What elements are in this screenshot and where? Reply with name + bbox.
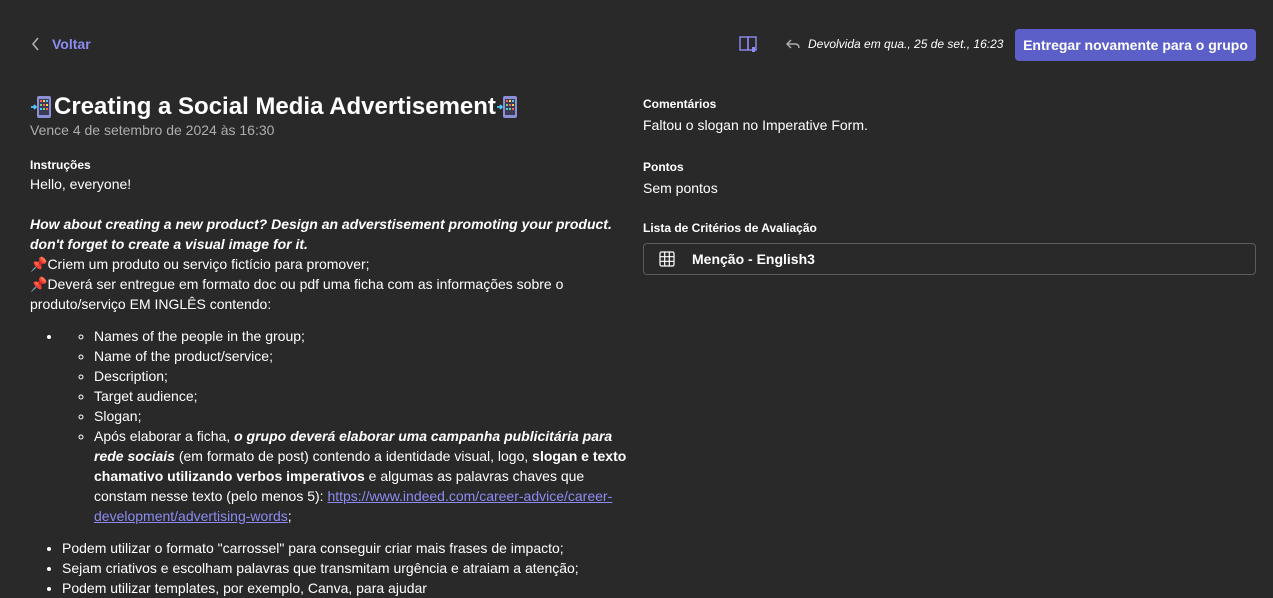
returned-status: Devolvida em qua., 25 de set., 16:23 [786, 37, 1003, 51]
points-label: Pontos [643, 160, 684, 174]
returned-text: Devolvida em qua., 25 de set., 16:23 [808, 37, 1004, 51]
nested-list: Names of the people in the group; Name o… [62, 326, 630, 526]
greeting: Hello, everyone! [30, 176, 132, 192]
due-date: Vence 4 de setembro de 2024 às 16:30 [30, 122, 275, 138]
pin-item: 📌Deverá ser entregue em formato doc ou p… [30, 276, 564, 312]
back-button[interactable]: Voltar [30, 36, 91, 52]
mobile-phone-emoji-icon [496, 96, 517, 118]
rubric-name: Menção - English3 [692, 251, 815, 267]
prompt-line: don't forget to create a visual image fo… [30, 236, 308, 252]
list-item: Sejam criativos e escolham palavras que … [62, 558, 630, 578]
list-item: Name of the product/service; [94, 346, 630, 366]
list-item: Description; [94, 366, 630, 386]
requirements-list: Names of the people in the group; Name o… [30, 326, 630, 526]
immersive-reader-icon[interactable] [739, 36, 759, 54]
grid-table-icon [659, 251, 675, 267]
undo-arrow-icon [786, 39, 800, 49]
list-item: Names of the people in the group; Name o… [62, 326, 630, 526]
list-item: Podem utilizar templates, por exemplo, C… [62, 578, 630, 598]
list-item: Slogan; [94, 406, 630, 426]
list-item: Target audience; [94, 386, 630, 406]
chevron-left-icon [31, 37, 39, 51]
prompt-line: How about creating a new product? Design… [30, 216, 612, 232]
list-item: Podem utilizar o formato "carrossel" par… [62, 538, 630, 558]
assignment-details: Creating a Social Media Advertisement Ve… [30, 92, 630, 598]
list-item: Names of the people in the group; [94, 326, 630, 346]
list-item: Após elaborar a ficha, o grupo deverá el… [94, 426, 630, 526]
top-bar: Voltar Devolvida em qua., 25 de set., 16… [0, 0, 1273, 90]
pushpin-icon: 📌 [30, 256, 48, 272]
tips-list: Podem utilizar o formato "carrossel" par… [30, 538, 630, 598]
instructions-body: Hello, everyone! How about creating a ne… [30, 174, 630, 598]
pushpin-icon: 📌 [30, 276, 48, 292]
mobile-phone-emoji-icon [31, 96, 51, 118]
back-label: Voltar [52, 36, 91, 52]
title-text: Creating a Social Media Advertisement [54, 93, 496, 120]
assignment-title: Creating a Social Media Advertisement [30, 92, 630, 122]
pin-item: 📌Criem um produto ou serviço fictício pa… [30, 256, 370, 272]
points-value: Sem pontos [643, 180, 718, 196]
resubmit-to-group-button[interactable]: Entregar novamente para o grupo [1015, 29, 1256, 61]
comment-text: Faltou o slogan no Imperative Form. [643, 117, 868, 133]
comments-label: Comentários [643, 97, 717, 111]
feedback-panel: Comentários Faltou o slogan no Imperativ… [643, 97, 1256, 275]
instructions-label: Instruções [30, 158, 91, 172]
rubric-card[interactable]: Menção - English3 [643, 243, 1256, 275]
rubric-label: Lista de Critérios de Avaliação [643, 221, 817, 235]
